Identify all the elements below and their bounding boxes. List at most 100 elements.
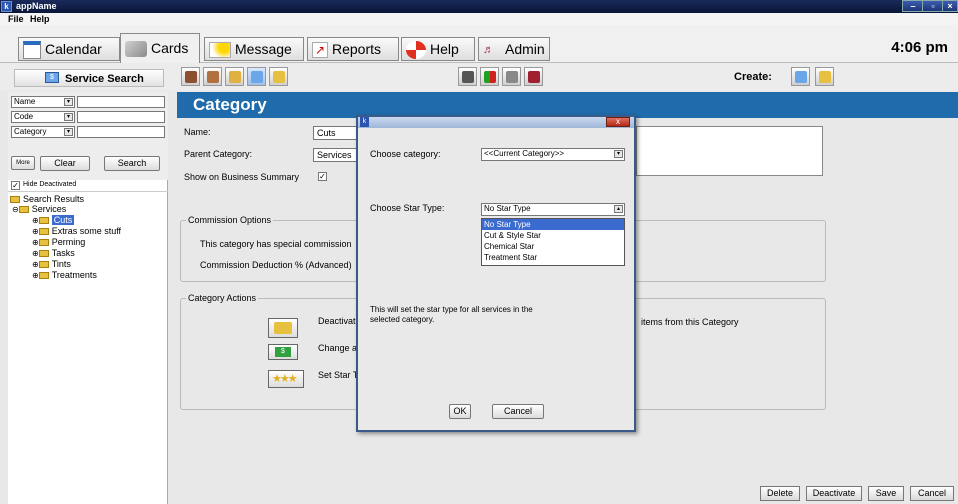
search-button[interactable]: Search	[104, 156, 160, 171]
tree-collapse-icon: ⊕	[32, 271, 39, 280]
create-service-button[interactable]	[791, 67, 810, 86]
clients-button[interactable]	[181, 67, 200, 86]
tree-item-tints[interactable]: ⊕ Tints	[32, 259, 71, 269]
tree-item-tasks[interactable]: ⊕ Tasks	[32, 248, 75, 258]
dialog-titlebar: k x	[358, 117, 634, 128]
minimize-button[interactable]: –	[902, 0, 924, 12]
deactivate-action-label: Deactivat	[318, 316, 356, 326]
description-textarea[interactable]	[636, 126, 823, 176]
categories-button[interactable]	[269, 67, 288, 86]
deactivate-services-button[interactable]	[268, 318, 298, 338]
name-input[interactable]: Cuts	[313, 126, 357, 140]
register-icon	[506, 71, 518, 83]
transfer-button[interactable]	[480, 67, 499, 86]
tree-collapse-icon: ⊕	[32, 238, 39, 247]
parent-category-label: Parent Category:	[184, 149, 253, 159]
admin-icon: ♬	[483, 44, 494, 57]
calendar-icon	[23, 41, 41, 60]
search-category-input[interactable]	[77, 126, 165, 138]
cancel-button[interactable]: Cancel	[910, 486, 954, 501]
search-name-input[interactable]	[77, 96, 165, 108]
create-category-button[interactable]	[815, 67, 834, 86]
parent-category-select[interactable]: Services	[313, 148, 357, 162]
dialog-ok-button[interactable]: OK	[449, 404, 471, 419]
service-search-button[interactable]: $ Service Search	[14, 69, 164, 87]
search-code-input[interactable]	[77, 111, 165, 123]
show-on-summary-checkbox[interactable]: ✓	[318, 172, 327, 181]
select-label: Code	[14, 112, 34, 121]
tree-item-services[interactable]: ⊖ Services	[12, 204, 66, 214]
clock: 4:06 pm	[891, 39, 948, 56]
star-option-cut-style[interactable]: Cut & Style Star	[482, 230, 624, 241]
set-star-type-button[interactable]: ★★★	[268, 370, 304, 388]
dialog-info-text: This will set the star type for all serv…	[370, 305, 533, 324]
change-price-button[interactable]: $	[268, 344, 298, 360]
dialog-cancel-button[interactable]: Cancel	[492, 404, 544, 419]
tree-item-label: Treatments	[51, 270, 97, 280]
tab-reports[interactable]: ↗ Reports	[307, 37, 399, 61]
tab-admin-label: Admin	[505, 41, 545, 57]
tree-item-label: Tasks	[51, 248, 75, 258]
search-field-name-select[interactable]: Name ▾	[11, 96, 75, 108]
choose-star-type-select[interactable]: No Star Type ▴	[481, 203, 625, 216]
reports-icon: ↗	[312, 42, 328, 59]
name-label: Name:	[184, 127, 211, 137]
menu-file[interactable]: File	[8, 14, 24, 24]
tab-calendar[interactable]: Calendar	[18, 37, 120, 61]
folder-icon	[273, 71, 285, 83]
window-title: appName	[16, 1, 57, 11]
tree-item-label: Tints	[51, 259, 71, 269]
box-icon	[207, 71, 219, 83]
tab-reports-label: Reports	[332, 41, 382, 57]
tree-root-label: Search Results	[23, 194, 85, 204]
gift-button[interactable]	[524, 67, 543, 86]
star-option-treatment[interactable]: Treatment Star	[482, 252, 624, 263]
star-option-chemical[interactable]: Chemical Star	[482, 241, 624, 252]
tab-cards[interactable]: Cards	[120, 33, 200, 63]
tab-help[interactable]: Help	[401, 37, 475, 61]
items-from-category-label: items from this Category	[641, 317, 739, 327]
clear-button[interactable]: Clear	[40, 156, 90, 171]
save-button[interactable]: Save	[868, 486, 904, 501]
tree-item-label: Extras some stuff	[51, 226, 122, 236]
tree-item-treatments[interactable]: ⊕ Treatments	[32, 270, 97, 280]
tree-item-cuts[interactable]: ⊕ Cuts	[32, 215, 75, 225]
tab-message[interactable]: Message	[204, 37, 304, 61]
search-field-code-select[interactable]: Code ▾	[11, 111, 75, 123]
tree-item-perming[interactable]: ⊕ Perming	[32, 237, 85, 247]
commission-deduction-label: Commission Deduction % (Advanced)	[200, 260, 352, 270]
binoculars-icon	[462, 71, 474, 83]
choose-category-select[interactable]: <<Current Category>> ▾	[481, 148, 625, 161]
search-field-category-select[interactable]: Category ▾	[11, 126, 75, 138]
tree-item-extras[interactable]: ⊕ Extras some stuff	[32, 226, 121, 236]
tab-admin[interactable]: ♬ Admin	[478, 37, 550, 61]
deactivate-button[interactable]: Deactivate	[806, 486, 862, 501]
more-button[interactable]: More	[11, 156, 35, 170]
tree-expand-icon: ⊖	[12, 205, 19, 214]
chevron-down-icon: ▾	[64, 128, 73, 136]
dialog-close-button[interactable]: x	[606, 117, 630, 127]
create-label: Create:	[734, 71, 772, 83]
tab-cards-label: Cards	[151, 40, 189, 56]
choose-category-label: Choose category:	[370, 149, 441, 159]
close-window-button[interactable]: ×	[942, 0, 958, 12]
clients-icon	[185, 71, 197, 83]
chevron-up-icon: ▴	[614, 205, 623, 213]
tab-message-label: Message	[235, 41, 292, 57]
commission-options-title: Commission Options	[186, 215, 274, 225]
maximize-button[interactable]: ▫	[922, 0, 944, 12]
binoculars-button[interactable]	[458, 67, 477, 86]
menu-help[interactable]: Help	[30, 14, 50, 24]
payments-button[interactable]	[225, 67, 244, 86]
services-button[interactable]	[247, 67, 266, 86]
delete-button[interactable]: Delete	[760, 486, 800, 501]
star-option-none[interactable]: No Star Type	[482, 219, 624, 230]
help-icon	[406, 41, 426, 60]
hide-deactivated-checkbox[interactable]: ✓	[11, 181, 20, 190]
tree-root[interactable]: Search Results	[10, 194, 84, 204]
tree-collapse-icon: ⊕	[32, 260, 39, 269]
search-panel: Name ▾ Code ▾ Category ▾ More Clear Search	[8, 92, 168, 180]
products-button[interactable]	[203, 67, 222, 86]
service-search-label: Service Search	[65, 73, 144, 85]
register-button[interactable]	[502, 67, 521, 86]
